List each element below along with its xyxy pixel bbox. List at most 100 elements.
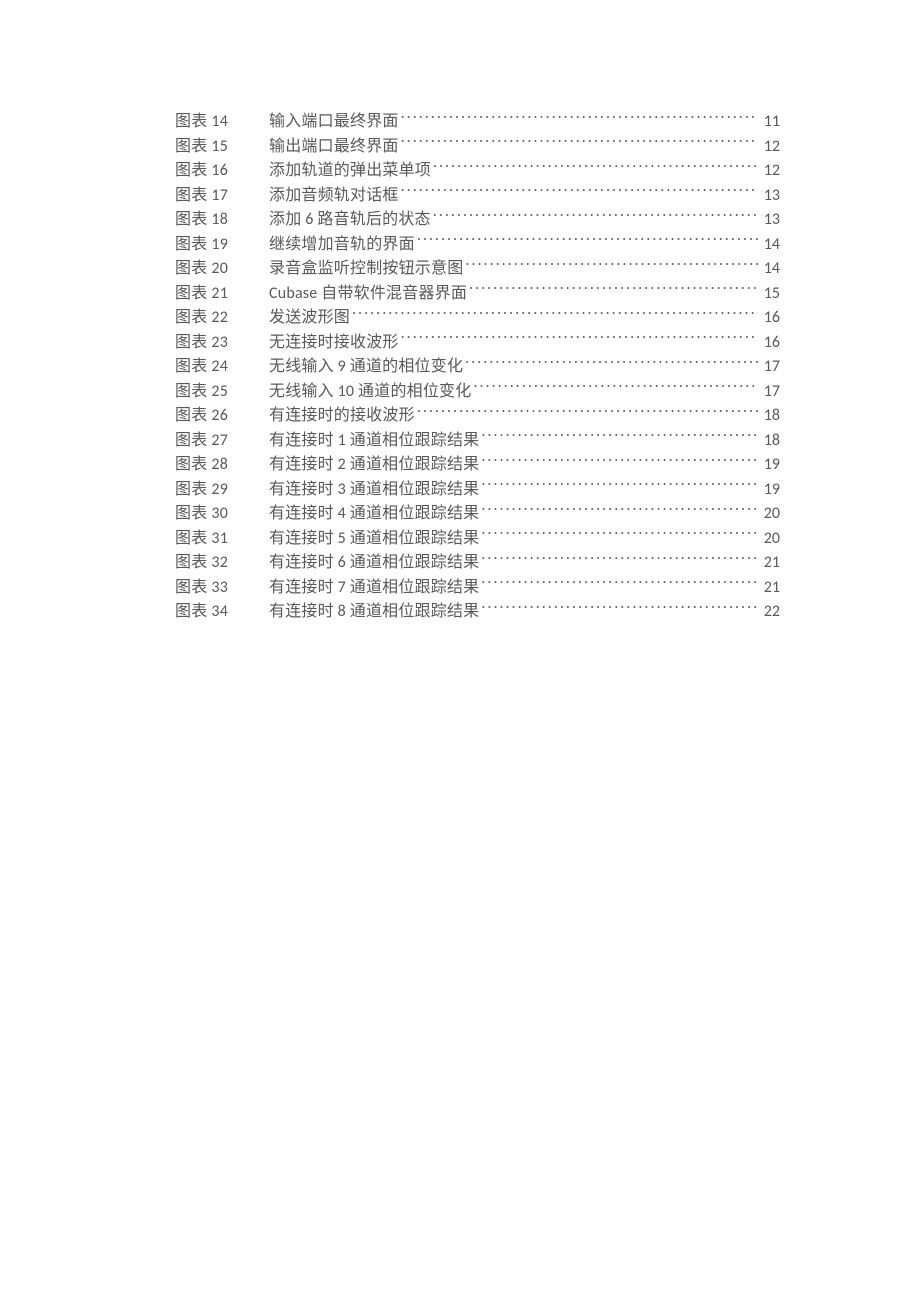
toc-entry: 图表19继续增加音轨的界面14 [175, 233, 780, 258]
toc-entry-label: 图表18 [175, 208, 269, 233]
toc-label-prefix: 图表 [175, 210, 207, 229]
toc-entry: 图表34有连接时 8 通道相位跟踪结果22 [175, 600, 780, 625]
toc-leader-dots [473, 380, 758, 396]
toc-entry-title: 有连接时 5 通道相位跟踪结果 [269, 527, 479, 552]
toc-label-prefix: 图表 [175, 161, 207, 180]
toc-leader-dots [417, 233, 758, 249]
toc-entry-title: Cubase 自带软件混音器界面 [269, 282, 467, 307]
toc-entry-page: 17 [760, 355, 780, 380]
toc-label-number: 34 [207, 602, 228, 621]
toc-label-number: 17 [207, 186, 228, 205]
toc-entry-label: 图表27 [175, 429, 269, 454]
toc-leader-dots [465, 257, 758, 273]
toc-entry-label: 图表17 [175, 184, 269, 209]
toc-entry-title: 添加 6 路音轨后的状态 [269, 208, 431, 233]
toc-leader-dots [433, 159, 758, 175]
toc-label-prefix: 图表 [175, 137, 207, 156]
toc-entry: 图表28有连接时 2 通道相位跟踪结果19 [175, 453, 780, 478]
toc-leader-dots [433, 208, 758, 224]
toc-entry: 图表31有连接时 5 通道相位跟踪结果20 [175, 527, 780, 552]
toc-entry: 图表25无线输入 10 通道的相位变化17 [175, 380, 780, 405]
toc-leader-dots [481, 453, 758, 469]
toc-entry-title: 有连接时 6 通道相位跟踪结果 [269, 551, 479, 576]
toc-entry-title: 添加音频轨对话框 [269, 184, 399, 209]
toc-label-number: 20 [207, 259, 228, 278]
toc-entry-title: 有连接时 1 通道相位跟踪结果 [269, 429, 479, 454]
toc-leader-dots [481, 429, 758, 445]
toc-entry-page: 12 [760, 135, 780, 160]
toc-entry-label: 图表20 [175, 257, 269, 282]
toc-entry-label: 图表24 [175, 355, 269, 380]
toc-label-number: 19 [207, 235, 228, 254]
toc-entry-page: 22 [760, 600, 780, 625]
toc-entry-label: 图表26 [175, 404, 269, 429]
toc-label-prefix: 图表 [175, 308, 207, 327]
toc-leader-dots [481, 576, 758, 592]
toc-entry-label: 图表29 [175, 478, 269, 503]
toc-entry-page: 21 [760, 576, 780, 601]
toc-leader-dots [401, 184, 758, 200]
toc-label-number: 15 [207, 137, 228, 156]
toc-entry-title: 无线输入 10 通道的相位变化 [269, 380, 471, 405]
toc-entry: 图表33有连接时 7 通道相位跟踪结果 21 [175, 576, 780, 601]
toc-entry-label: 图表31 [175, 527, 269, 552]
toc-label-number: 32 [207, 553, 228, 572]
toc-label-prefix: 图表 [175, 553, 207, 572]
toc-entry-title: 有连接时 8 通道相位跟踪结果 [269, 600, 479, 625]
toc-label-number: 29 [207, 480, 228, 499]
toc-leader-dots [481, 551, 758, 567]
toc-label-prefix: 图表 [175, 578, 207, 597]
toc-entry-page: 17 [760, 380, 780, 405]
toc-label-prefix: 图表 [175, 455, 207, 474]
toc-entry-label: 图表32 [175, 551, 269, 576]
toc-entry-label: 图表25 [175, 380, 269, 405]
toc-entry-label: 图表19 [175, 233, 269, 258]
toc-entry: 图表30有连接时 4 通道相位跟踪结果20 [175, 502, 780, 527]
toc-leader-dots [481, 600, 758, 616]
toc-leader-dots [481, 527, 758, 543]
toc-entry-page: 18 [760, 429, 780, 454]
toc-label-number: 31 [207, 529, 228, 548]
toc-entry: 图表29有连接时 3 通道相位跟踪结果19 [175, 478, 780, 503]
toc-entry-label: 图表34 [175, 600, 269, 625]
toc-entry: 图表14输入端口最终界面11 [175, 110, 780, 135]
toc-label-prefix: 图表 [175, 382, 207, 401]
toc-entry-page: 12 [760, 159, 780, 184]
toc-leader-dots [469, 282, 758, 298]
toc-entry: 图表23无连接时接收波形16 [175, 331, 780, 356]
toc-label-number: 28 [207, 455, 228, 474]
toc-label-number: 14 [207, 112, 228, 131]
toc-label-prefix: 图表 [175, 186, 207, 205]
toc-entry-title: 有连接时的接收波形 [269, 404, 415, 429]
toc-label-number: 16 [207, 161, 228, 180]
toc-entry-page: 21 [760, 551, 780, 576]
toc-entry-page: 16 [760, 306, 780, 331]
toc-entry: 图表26有连接时的接收波形 18 [175, 404, 780, 429]
toc-entry-label: 图表33 [175, 576, 269, 601]
toc-entry-page: 16 [760, 331, 780, 356]
toc-label-prefix: 图表 [175, 602, 207, 621]
toc-label-number: 27 [207, 431, 228, 450]
toc-label-prefix: 图表 [175, 235, 207, 254]
toc-entry: 图表16添加轨道的弹出菜单项12 [175, 159, 780, 184]
toc-entry: 图表21Cubase 自带软件混音器界面15 [175, 282, 780, 307]
toc-leader-dots [352, 306, 758, 322]
toc-label-number: 24 [207, 357, 228, 376]
toc-entry-title: 有连接时 7 通道相位跟踪结果 [269, 576, 479, 601]
toc-label-number: 25 [207, 382, 228, 401]
toc-entry-page: 19 [760, 453, 780, 478]
toc-entry-label: 图表14 [175, 110, 269, 135]
toc-entry-title: 无连接时接收波形 [269, 331, 399, 356]
toc-label-number: 21 [207, 284, 228, 303]
toc-entry-page: 15 [760, 282, 780, 307]
toc-leader-dots [401, 135, 758, 151]
toc-entry-page: 13 [760, 184, 780, 209]
toc-leader-dots [401, 331, 758, 347]
toc-entry-label: 图表21 [175, 282, 269, 307]
document-page: 图表14输入端口最终界面11图表15输出端口最终界面12图表16添加轨道的弹出菜… [0, 0, 920, 1302]
toc-label-prefix: 图表 [175, 284, 207, 303]
toc-entry-page: 18 [760, 404, 780, 429]
toc-entry-label: 图表15 [175, 135, 269, 160]
toc-label-number: 23 [207, 333, 228, 352]
toc-label-number: 30 [207, 504, 228, 523]
